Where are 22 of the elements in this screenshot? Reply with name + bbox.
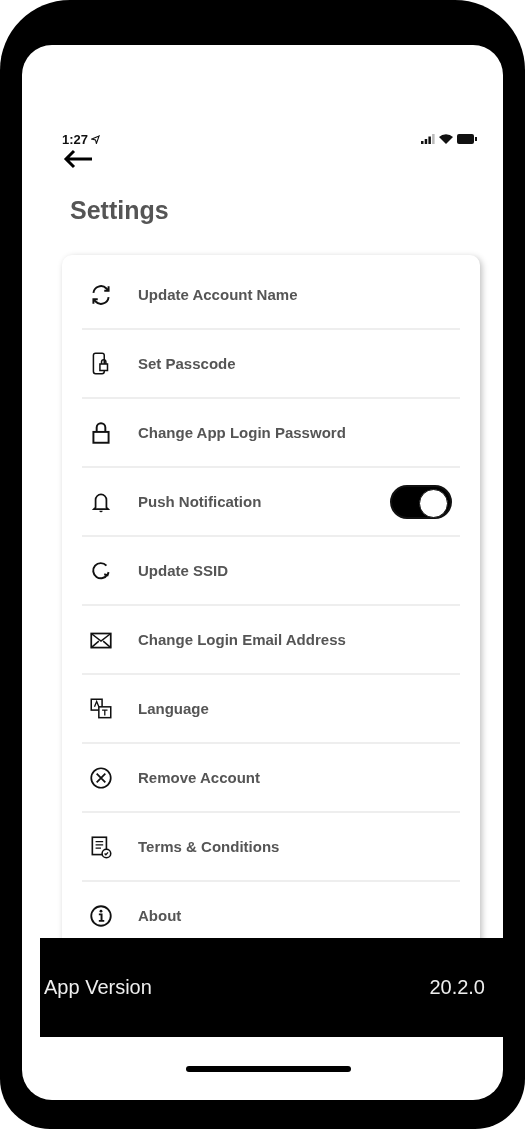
settings-item[interactable]: Update Account Name <box>138 286 460 303</box>
settings-item[interactable]: Set Passcode <box>138 355 460 372</box>
settings-item[interactable]: About <box>138 907 460 924</box>
version-number: 20.2.0 <box>429 976 485 999</box>
settings-item[interactable]: Update SSID <box>138 562 460 579</box>
toggle-switch[interactable] <box>390 484 452 519</box>
settings-item[interactable]: Change Login Email Address <box>138 631 460 648</box>
wifi-icon <box>439 134 453 144</box>
location-icon <box>91 134 101 144</box>
version-label: App Version <box>44 976 152 999</box>
back-arrow-icon[interactable] <box>62 148 94 170</box>
status-time: 1:27 <box>62 131 89 147</box>
signal-icon <box>421 134 435 144</box>
info-icon <box>88 902 114 929</box>
settings-item[interactable]: Language <box>138 700 460 717</box>
settings-item[interactable]: Change App Login Password <box>138 424 460 441</box>
close-circle-icon <box>88 764 114 791</box>
settings-item[interactable]: Terms & Conditions <box>138 838 460 855</box>
battery-icon <box>457 134 477 144</box>
page-title: Settings <box>70 196 170 225</box>
settings-item[interactable]: Remove Account <box>138 769 460 786</box>
settings-item[interactable]: Push Notification <box>138 493 390 510</box>
